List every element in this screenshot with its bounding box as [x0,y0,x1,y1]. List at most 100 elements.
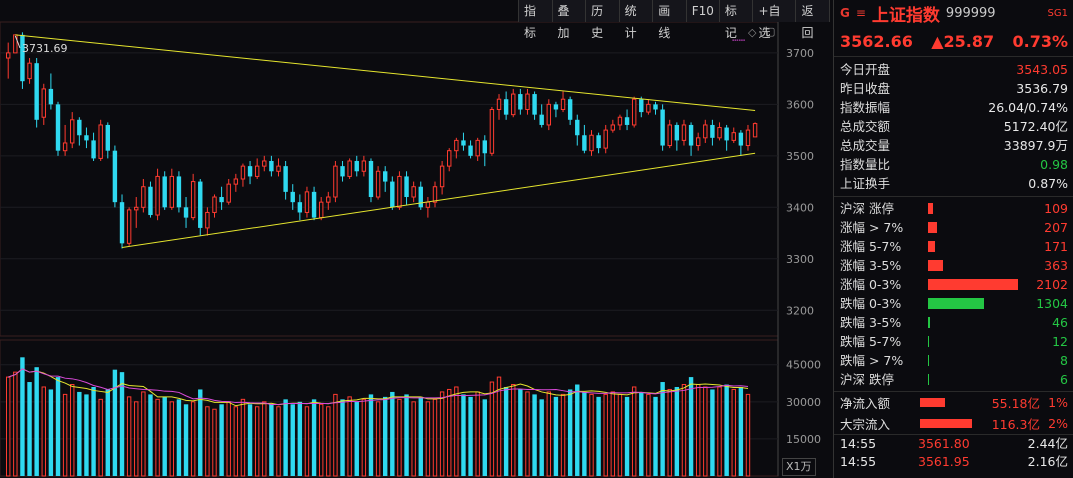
candle-body-up [745,129,751,147]
toolbar-button-4[interactable]: 画线 [653,0,687,40]
marker-icon[interactable]: G [840,6,850,20]
stat-label: 今日开盘 [840,62,891,77]
breadth-row: 跌幅 > 7% 8 [834,351,1073,370]
candle-body-down [461,140,466,146]
candle-body-up [304,191,310,213]
index-code: 999999 [945,5,996,21]
volume-bar-down [148,394,153,476]
candle-body-down [575,119,580,136]
toolbar-button-3[interactable]: 统计 [619,0,654,40]
volume-bar-down [290,404,295,476]
candle-body-up [41,88,46,118]
breadth-value: 363 [1044,258,1068,273]
breadth-label: 涨幅 > 7% [840,220,904,235]
candle-body-up [333,165,338,198]
volume-bar-down [624,396,630,476]
candle-body-down [198,181,203,228]
flow-label: 大宗流入 [840,417,891,432]
toolbar-button-6[interactable]: 标记 [719,0,754,40]
tick-time: 14:55 [840,436,877,451]
price-axis-label: 3400 [786,201,814,214]
chart-toolbar: 指标 叠加 历史 统计 画线 F10 标记 +自选 返回 [518,0,830,40]
toolbar-button-2[interactable]: 历史 [586,0,620,40]
menu-icon[interactable]: ≡ [856,6,866,20]
breadth-row: 沪深 涨停 109 [834,199,1073,218]
chart-area[interactable]: 3700 3600 3500 3400 3300 3200 45000 30000 15000 … [0,0,830,478]
candle-body-down [105,124,110,151]
breadth-value: 109 [1044,201,1068,216]
candle-body-up [432,186,438,203]
toolbar-button-8[interactable]: 返回 [796,0,830,40]
candle-body-up [141,186,146,208]
candle-body-up [447,150,452,167]
toolbar-button-5[interactable]: F10 [686,0,720,22]
volume-bar-down [724,384,729,476]
breadth-row: 沪深 跌停 6 [834,370,1073,389]
breadth-label: 涨幅 0-3% [840,277,902,292]
toolbar-button-0[interactable]: 指标 [519,0,553,40]
flow-amount: 55.18亿 [991,396,1040,411]
volume-bar-up [454,386,459,477]
candle-body-down [653,104,658,110]
breadth-bar [928,222,937,233]
candle-body-down [582,135,587,151]
diamond-icon[interactable]: ◇ [748,26,756,39]
breadth-bar [928,336,929,347]
volume-bar-up [432,398,438,477]
volume-bar-up [511,384,516,477]
volume-bar-down [553,396,559,476]
volume-bar-down [176,399,182,476]
stat-row: 总成交额 5172.40亿 [834,117,1073,136]
volume-unit-label: X1万 [782,458,816,476]
breadth-bar [928,203,933,214]
volume-bar-up [695,384,701,477]
breadth-label: 沪深 跌停 [840,372,894,387]
candle-body-up [646,103,651,113]
toolbar-button-1[interactable]: 叠加 [552,0,587,40]
tick-row: 14:55 3561.80 2.44亿 [834,435,1073,453]
stats-list: 今日开盘 3543.05 昨日收盘 3536.79 指数振幅 26.04/0.74% 总成交… [834,57,1073,193]
volume-bar-down [55,377,61,476]
candle-body-up [425,201,431,208]
volume-bar-up [717,386,722,477]
breadth-label: 涨幅 3-5% [840,258,902,273]
kline-chart[interactable]: 3700 3600 3500 3400 3300 3200 45000 30000 15000 [0,0,830,478]
flow-bar [920,398,945,407]
flow-amount: 116.3亿 [991,417,1040,432]
candle-body-up [411,186,416,198]
volume-bar-up [70,384,75,477]
candle-body-up [454,139,459,152]
volume-bar-up [98,398,103,477]
breadth-value: 8 [1060,353,1068,368]
candle-body-down [639,99,644,113]
stat-row: 今日开盘 3543.05 [834,60,1073,79]
breadth-bar [928,260,944,271]
toolbar-button-7[interactable]: +自选 [753,0,797,40]
candle-body-down [55,104,61,151]
volume-bar-down [269,404,274,476]
volume-bar-up [134,401,139,477]
stat-value: 0.98 [1040,157,1068,172]
candle-body-down [390,181,395,208]
volume-bar-up [6,376,11,477]
stat-value: 33897.9万 [1003,138,1068,153]
breadth-bar-track [928,336,1020,347]
breadth-bar-track [928,355,1020,366]
volume-bar-up [141,391,146,477]
candle-body-up [205,211,210,229]
volume-bar-down [283,399,288,476]
candle-body-up [525,93,530,111]
volume-bar-down [198,389,203,476]
breadth-bar-track [928,260,1020,271]
volume-bar-down [340,399,345,476]
volume-bar-down [390,391,395,476]
candle-body-up [703,124,708,139]
volume-bar-down [20,357,25,476]
volume-bar-down [418,396,423,476]
sg-badge[interactable]: SG1 [1048,8,1068,19]
breadth-row: 涨幅 0-3% 2102 [834,275,1073,294]
breadth-bar [928,241,936,252]
tick-list: 14:55 3561.80 2.44亿 14:55 3561.95 2.16亿 [834,435,1073,471]
flow-row: 大宗流入 116.3亿 2% [834,413,1073,434]
candle-body-up [134,206,139,211]
